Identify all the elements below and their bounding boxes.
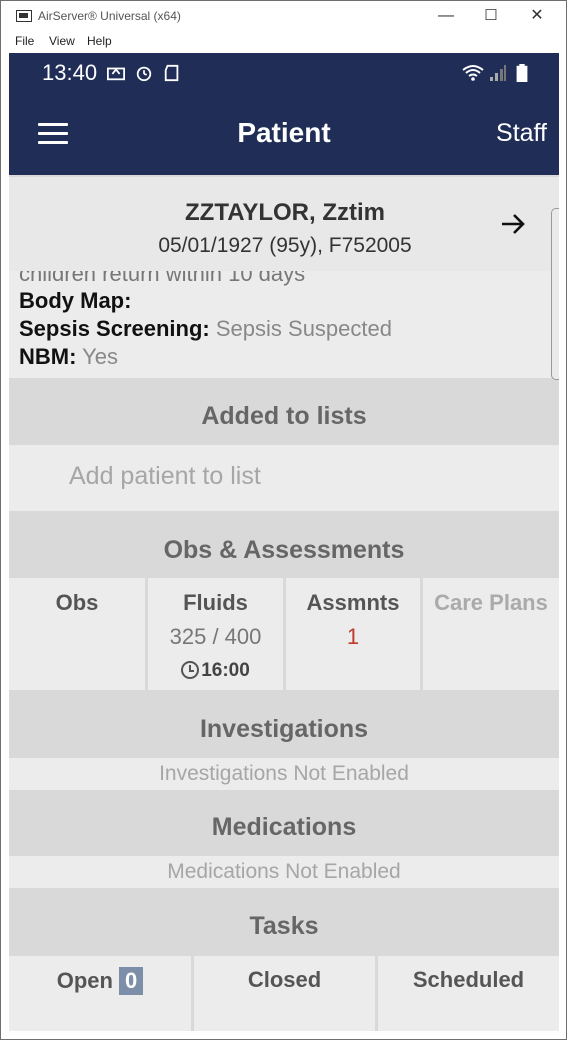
detail-label: Body Map:: [19, 288, 132, 313]
patient-dob: 05/01/1927 (95y), F752005: [158, 234, 412, 257]
fluids-time-text: 16:00: [201, 660, 250, 681]
investigations-status: Investigations Not Enabled: [9, 758, 559, 790]
title-bar: AirServer® Universal (x64) — ☐ ✕: [1, 1, 566, 32]
medications-header: Medications: [211, 813, 357, 841]
menu-view[interactable]: View: [49, 34, 75, 48]
detail-body-map: Body Map:: [19, 288, 131, 314]
tile-label: Assmnts: [306, 590, 400, 615]
airserver-window: AirServer® Universal (x64) — ☐ ✕ File Vi…: [0, 0, 567, 1040]
signal-icon: [490, 65, 506, 81]
scrollbar[interactable]: [551, 208, 559, 380]
document-icon: [164, 64, 179, 82]
task-open[interactable]: Open 0: [9, 956, 191, 1031]
cast-icon: [107, 67, 125, 81]
task-open-label: Open: [56, 968, 113, 993]
minimize-button[interactable]: —: [426, 3, 466, 29]
tasks-header: Tasks: [249, 912, 319, 940]
task-open-label-row: Open 0: [9, 967, 191, 995]
menu-bar: File View Help: [1, 32, 566, 52]
airserver-app-icon: [16, 10, 32, 22]
patient-details: children return within 10 days Body Map:…: [9, 271, 559, 378]
details-cut-text: children return within 10 days: [19, 271, 306, 286]
lists-header: Added to lists: [201, 402, 367, 430]
tasks-tiles: Open 0 Closed Scheduled: [9, 956, 559, 1031]
tile-label: Fluids: [183, 590, 248, 615]
menu-help[interactable]: Help: [87, 34, 112, 48]
task-closed-label: Closed: [247, 967, 322, 992]
task-scheduled[interactable]: Scheduled: [378, 956, 559, 1031]
detail-value: Sepsis Suspected: [215, 316, 392, 341]
menu-file[interactable]: File: [15, 34, 34, 48]
obs-tiles: Obs Fluids 325 / 400 16:00 Assmnts 1 Car…: [9, 578, 559, 690]
phone-screen: 13:40 Patient Staff ZZTAYLOR, Zztim 05/0…: [9, 53, 559, 1031]
fluids-value: 325 / 400: [169, 624, 262, 649]
tile-label: Care Plans: [434, 590, 548, 615]
detail-value: Yes: [82, 344, 119, 369]
tile-label: Obs: [55, 590, 99, 615]
add-to-list-field[interactable]: Add patient to list: [9, 445, 559, 511]
clock-icon: [181, 661, 200, 679]
task-scheduled-label: Scheduled: [412, 967, 525, 992]
status-bar: 13:40: [9, 53, 559, 93]
investigations-header: Investigations: [199, 715, 369, 743]
fluids-time: 16:00: [148, 660, 283, 682]
detail-label: Sepsis Screening:: [19, 316, 210, 341]
detail-nbm: NBM: Yes: [19, 344, 118, 370]
maximize-button[interactable]: ☐: [471, 3, 511, 29]
page-title: Patient: [237, 117, 331, 148]
patient-header[interactable]: ZZTAYLOR, Zztim 05/01/1927 (95y), F75200…: [9, 177, 559, 271]
add-to-list-placeholder: Add patient to list: [69, 462, 261, 490]
status-time: 13:40: [42, 60, 98, 85]
window-title: AirServer® Universal (x64): [38, 9, 181, 23]
tile-assessments[interactable]: Assmnts 1: [286, 578, 420, 690]
task-closed[interactable]: Closed: [194, 956, 375, 1031]
wifi-icon: [462, 65, 484, 81]
patient-name: ZZTAYLOR, Zztim: [185, 199, 385, 226]
tile-obs[interactable]: Obs: [9, 578, 145, 690]
app-bar: Patient Staff: [9, 93, 559, 175]
staff-button[interactable]: Staff: [496, 119, 547, 148]
arrow-right-icon[interactable]: [499, 210, 527, 238]
sync-icon: [136, 66, 152, 82]
medications-status: Medications Not Enabled: [9, 856, 559, 888]
open-count-badge: 0: [118, 967, 144, 995]
assessments-count: 1: [346, 624, 360, 649]
tile-fluids[interactable]: Fluids 325 / 400 16:00: [148, 578, 283, 690]
battery-icon: [516, 64, 528, 82]
detail-label: NBM:: [19, 344, 77, 369]
close-button[interactable]: ✕: [517, 3, 557, 29]
obs-header: Obs & Assessments: [163, 536, 405, 564]
detail-sepsis-screening: Sepsis Screening: Sepsis Suspected: [19, 316, 392, 342]
tile-care-plans[interactable]: Care Plans: [423, 578, 559, 690]
